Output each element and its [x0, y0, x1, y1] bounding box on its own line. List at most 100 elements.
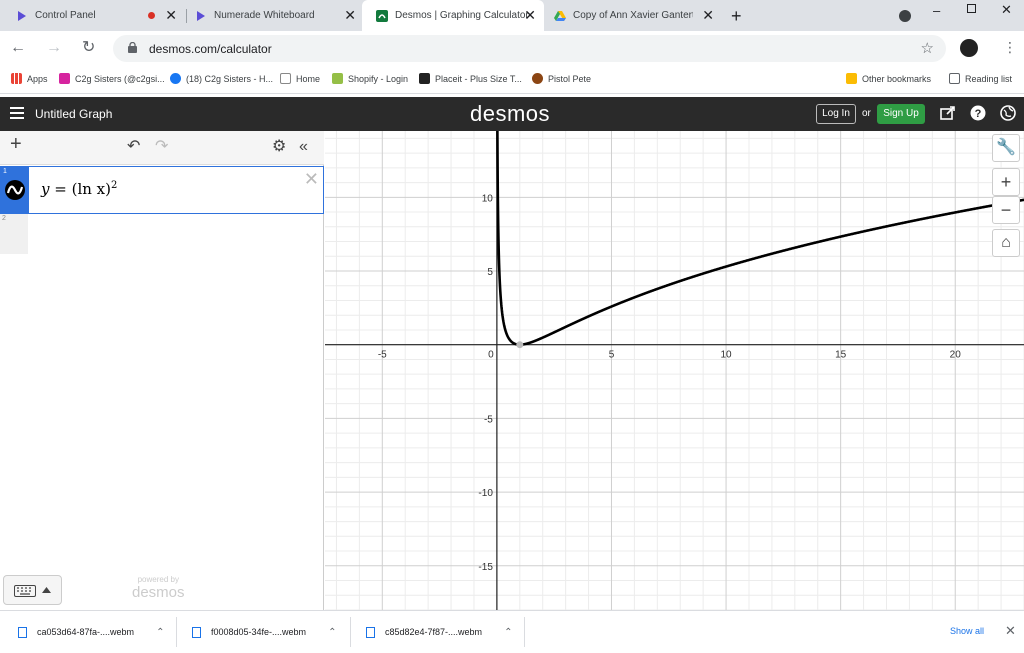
bookmark-apps[interactable]: Apps [11, 73, 48, 84]
keyboard-toggle-button[interactable] [3, 575, 62, 605]
powered-by-logo: desmos [132, 584, 185, 601]
bookmark-label: Reading list [965, 73, 1013, 84]
add-expression-icon[interactable]: + [10, 134, 22, 154]
expression-index[interactable]: 1 [1, 167, 29, 213]
address-bar[interactable]: desmos.com/calculator ☆ [113, 35, 946, 62]
tab-control-panel[interactable]: Control Panel ✕ [2, 0, 185, 31]
tab-strip: Control Panel ✕ Numerade Whiteboard ✕ De… [0, 0, 1024, 31]
instagram-icon [59, 73, 70, 84]
redo-icon[interactable]: ↷ [155, 139, 168, 155]
bookmark-label: Pistol Pete [548, 73, 592, 84]
curve-color-icon[interactable] [4, 179, 26, 201]
wrench-settings-icon[interactable]: 🔧 [992, 134, 1020, 162]
bookmark-star-icon[interactable]: ☆ [921, 39, 934, 57]
browser-menu-icon[interactable]: ⋮ [1003, 39, 1017, 56]
browser-toolbar: ← → ↻ desmos.com/calculator ☆ ⋮ [0, 31, 1024, 66]
file-icon [192, 626, 201, 638]
share-icon[interactable] [940, 105, 956, 121]
bookmark-placeit[interactable]: Placeit - Plus Size T... [419, 73, 522, 84]
expression-toolbar: + ↶ ↷ ⚙ « [0, 131, 324, 165]
recording-indicator-icon [148, 12, 155, 19]
point-of-interest[interactable] [516, 341, 524, 349]
y-tick-label: -15 [478, 562, 493, 573]
reading-list[interactable]: Reading list [949, 73, 1012, 84]
download-item[interactable]: ca053d64-87fa-....webm ⌃ [18, 611, 164, 653]
close-tab-icon[interactable]: ✕ [344, 8, 356, 22]
zoom-in-icon[interactable]: + [992, 168, 1020, 196]
help-icon[interactable]: ? [970, 105, 986, 121]
other-bookmarks[interactable]: Other bookmarks [846, 73, 931, 84]
new-tab-button[interactable]: + [731, 6, 742, 27]
profile-avatar-icon[interactable] [960, 39, 978, 57]
expression-rhs: (ln x) [71, 180, 111, 198]
settings-gear-icon[interactable]: ⚙ [272, 139, 286, 155]
download-divider [524, 617, 525, 647]
show-all-downloads-link[interactable]: Show all [950, 626, 984, 636]
bookmark-c2g-instagram[interactable]: C2g Sisters (@c2gsi... [59, 73, 165, 84]
tab-title: Copy of Ann Xavier Gantert - A [573, 10, 693, 21]
folder-icon [846, 73, 857, 84]
keyboard-icon [14, 585, 36, 597]
minimize-window-icon[interactable]: – [933, 3, 940, 18]
forward-arrow-icon[interactable]: → [46, 39, 62, 57]
close-window-icon[interactable]: ✕ [1001, 2, 1012, 18]
bookmark-label: Shopify - Login [348, 73, 409, 84]
desmos-favicon-icon [376, 9, 388, 22]
undo-icon[interactable]: ↶ [127, 139, 140, 155]
download-item[interactable]: c85d82e4-7f87-....webm ⌃ [366, 611, 512, 653]
x-tick-label: 0 [488, 350, 494, 361]
signup-button[interactable]: Sign Up [877, 104, 925, 124]
close-downloads-icon[interactable]: ✕ [1005, 623, 1016, 639]
expression-row[interactable]: 1 y = (ln x)2 ✕ [0, 166, 324, 214]
close-tab-icon[interactable]: ✕ [524, 8, 536, 22]
caret-up-icon [42, 587, 51, 593]
bookmark-pistol-pete[interactable]: Pistol Pete [532, 73, 591, 84]
delete-expression-icon[interactable]: ✕ [304, 169, 319, 190]
bookmark-home[interactable]: Home [280, 73, 320, 84]
y-tick-label: 10 [482, 193, 494, 204]
chevron-up-icon[interactable]: ⌃ [328, 627, 336, 638]
tab-numerade-whiteboard[interactable]: Numerade Whiteboard ✕ [181, 0, 364, 31]
x-tick-label: -5 [378, 350, 387, 361]
tab-search-icon[interactable] [899, 10, 911, 22]
close-tab-icon[interactable]: ✕ [165, 8, 177, 22]
numerade-icon [197, 10, 205, 21]
expression-exponent: 2 [110, 180, 118, 191]
hamburger-menu-icon[interactable] [10, 107, 24, 119]
download-filename: c85d82e4-7f87-....webm [385, 627, 483, 637]
downloads-bar: ca053d64-87fa-....webm ⌃ f0008d05-34fe-.… [0, 610, 1024, 652]
restore-window-icon[interactable] [967, 4, 976, 13]
home-default-view-icon[interactable]: ⌂ [992, 229, 1020, 257]
close-tab-icon[interactable]: ✕ [702, 8, 714, 22]
lock-icon [128, 42, 137, 53]
graph-title[interactable]: Untitled Graph [35, 107, 112, 121]
tab-desmos[interactable]: Desmos | Graphing Calculator ✕ [362, 0, 544, 31]
chevron-up-icon[interactable]: ⌃ [156, 627, 164, 638]
empty-expression-row[interactable]: 2 [0, 214, 28, 254]
expression-latex[interactable]: y = (ln x)2 [41, 180, 117, 198]
powered-by-desmos: powered by desmos [132, 575, 185, 601]
bookmark-label: Other bookmarks [862, 73, 932, 84]
tab-title: Numerade Whiteboard [214, 10, 315, 21]
globe-language-icon[interactable] [1000, 105, 1016, 121]
y-tick-label: -10 [478, 488, 493, 499]
bookmark-label: Placeit - Plus Size T... [435, 73, 522, 84]
back-arrow-icon[interactable]: ← [10, 39, 26, 57]
bookmark-shopify[interactable]: Shopify - Login [332, 73, 408, 84]
bookmark-c2g-facebook[interactable]: (18) C2g Sisters - H... [170, 73, 273, 84]
tab-title: Desmos | Graphing Calculator [395, 10, 529, 21]
reload-icon[interactable]: ↻ [82, 39, 95, 57]
function-curve[interactable] [496, 131, 1024, 347]
graph-canvas[interactable]: -5 0 5 10 15 20 -15 -10 -5 5 10 [325, 131, 1024, 610]
chevron-up-icon[interactable]: ⌃ [504, 627, 512, 638]
expression-number: 1 [3, 168, 7, 175]
tab-google-doc[interactable]: Copy of Ann Xavier Gantert - A ✕ [540, 0, 722, 31]
download-item[interactable]: f0008d05-34fe-....webm ⌃ [192, 611, 336, 653]
expression-panel: + ↶ ↷ ⚙ « 1 y = (ln x)2 ✕ 2 powered by d… [0, 131, 324, 610]
x-tick-label: 20 [950, 350, 962, 361]
download-divider [350, 617, 351, 647]
zoom-out-icon[interactable]: − [992, 196, 1020, 224]
bookmark-label: Home [296, 73, 321, 84]
login-button[interactable]: Log In [816, 104, 856, 124]
collapse-panel-icon[interactable]: « [299, 139, 308, 155]
